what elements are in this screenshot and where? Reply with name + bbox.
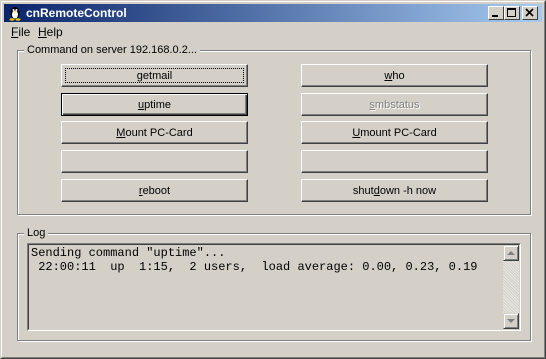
command-group-label: Command on server 192.168.0.2...: [24, 43, 200, 57]
arrow-up-icon: [507, 251, 515, 255]
minimize-icon: [492, 15, 498, 17]
log-line-2: 22:00:11 up 1:15, 2 users, load average:…: [31, 260, 478, 274]
close-icon: [525, 8, 534, 17]
log-group-label: Log: [24, 226, 49, 240]
scroll-up-button[interactable]: [503, 245, 519, 261]
title-bar[interactable]: cnRemoteControl: [4, 4, 542, 22]
arrow-down-icon: [507, 319, 515, 323]
app-window: cnRemoteControl File Help Command on ser…: [0, 0, 546, 359]
minimize-button[interactable]: [488, 6, 504, 20]
log-output: Sending command "uptime"... 22:00:11 up …: [31, 246, 499, 274]
window-title: cnRemoteControl: [26, 6, 127, 20]
log-textarea[interactable]: Sending command "uptime"... 22:00:11 up …: [27, 243, 521, 331]
who-button[interactable]: who: [301, 64, 488, 87]
tux-icon: [9, 7, 21, 21]
mount-pc-card-button[interactable]: Mount PC-Card: [61, 121, 248, 144]
reboot-button[interactable]: reboot: [61, 179, 248, 202]
maximize-button[interactable]: [504, 6, 520, 20]
maximize-icon: [507, 8, 516, 17]
shutdown-button[interactable]: shutdown -h now: [301, 179, 488, 202]
uptime-button[interactable]: uptime: [61, 93, 248, 116]
scroll-down-button[interactable]: [503, 313, 519, 329]
empty-command-button-2[interactable]: [301, 150, 488, 173]
log-line-1: Sending command "uptime"...: [31, 246, 226, 260]
menu-help[interactable]: Help: [34, 25, 67, 39]
close-button[interactable]: [522, 6, 538, 20]
menu-bar: File Help: [4, 23, 542, 41]
umount-pc-card-button[interactable]: Umount PC-Card: [301, 121, 488, 144]
menu-file[interactable]: File: [7, 25, 34, 39]
smbstatus-button[interactable]: smbstatus: [301, 93, 488, 116]
getmail-button[interactable]: getmail: [61, 64, 248, 87]
log-scrollbar[interactable]: [503, 245, 519, 329]
empty-command-button-1[interactable]: [61, 150, 248, 173]
